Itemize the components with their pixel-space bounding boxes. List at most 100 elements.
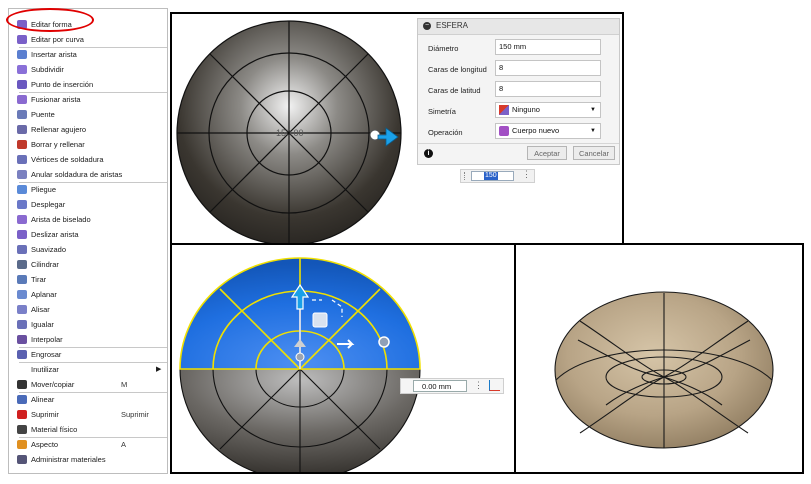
menu-item-19[interactable]: Alisar	[9, 302, 167, 317]
manage-materials-icon	[17, 455, 27, 464]
menu-item-label: Tirar	[31, 275, 47, 284]
menu-item-3[interactable]: Subdividir	[9, 62, 167, 77]
appearance-icon	[17, 440, 27, 449]
sphere-dimension-label: 150.00	[276, 128, 304, 138]
match-icon	[17, 320, 27, 329]
operation-select[interactable]: Cuerpo nuevo ▼	[495, 123, 601, 139]
uncrease-icon	[17, 200, 27, 209]
menu-item-16[interactable]: Cilindrar	[9, 257, 167, 272]
symmetry-select[interactable]: Ninguno ▼	[495, 102, 601, 118]
ok-button[interactable]: Aceptar	[527, 146, 567, 160]
menu-item-label: Pliegue	[31, 185, 57, 194]
menu-item-shortcut: M	[121, 380, 128, 389]
menu-item-28[interactable]: Aspecto A	[9, 437, 167, 452]
menu-item-label: Administrar materiales	[31, 455, 106, 464]
insert-edge-icon	[17, 50, 27, 59]
menu-item-9[interactable]: Vértices de soldadura	[9, 152, 167, 167]
menu-item-13[interactable]: Arista de biselado	[9, 212, 167, 227]
collapse-icon[interactable]: −	[423, 22, 431, 30]
menu-item-label: Inutilizar	[31, 365, 59, 374]
info-icon[interactable]: i	[424, 149, 433, 158]
flattened-sphere	[554, 291, 774, 449]
menu-item-4[interactable]: Punto de inserción	[9, 77, 167, 92]
menu-item-24[interactable]: Mover/copiar M	[9, 377, 167, 392]
longitude-faces-field[interactable]: 8	[495, 60, 601, 76]
menu-item-20[interactable]: Igualar	[9, 317, 167, 332]
menu-item-21[interactable]: Interpolar	[9, 332, 167, 347]
lower-hemisphere	[179, 368, 421, 472]
thicken-icon	[17, 350, 27, 359]
diameter-field[interactable]: 150 mm	[495, 39, 601, 55]
menu-item-label: Mover/copiar	[31, 380, 75, 389]
latitude-faces-field[interactable]: 8	[495, 81, 601, 97]
menu-item-6[interactable]: Puente	[9, 107, 167, 122]
field-label-longitude-faces: Caras de longitud	[428, 65, 487, 74]
menu-item-14[interactable]: Deslizar arista	[9, 227, 167, 242]
sphere-dialog: − ESFERA Diámetro 150 mm Caras de longit…	[417, 18, 620, 165]
menu-item-11[interactable]: Pliegue	[9, 182, 167, 197]
menu-item-25[interactable]: Alinear	[9, 392, 167, 407]
modify-dropdown-menu: Editar forma Editar por curva Insertar ari…	[8, 8, 168, 474]
menu-item-26[interactable]: Suprimir Suprimir	[9, 407, 167, 422]
sphere-creation-panel: 150.00 − ESFERA Diámetro 150 mm Caras de…	[170, 12, 624, 245]
menu-item-23[interactable]: Inutilizar ▶	[9, 362, 167, 377]
subdivide-icon	[17, 65, 27, 74]
insert-point-icon	[17, 80, 27, 89]
menu-item-8[interactable]: Borrar y rellenar	[9, 137, 167, 152]
drag-grip-icon	[464, 172, 466, 180]
fill-hole-icon	[17, 125, 27, 134]
menu-item-label: Material físico	[31, 425, 78, 434]
menu-item-label: Anular soldadura de aristas	[31, 170, 123, 179]
more-options-icon[interactable]: ⋮	[474, 380, 483, 391]
menu-item-27[interactable]: Material físico	[9, 422, 167, 437]
menu-item-label: Fusionar arista	[31, 95, 81, 104]
more-options-icon[interactable]: ⋮	[522, 169, 531, 180]
chevron-right-icon: ▶	[156, 366, 162, 373]
cylindrify-icon	[17, 260, 27, 269]
erase-fill-icon	[17, 140, 27, 149]
move-edges-panel: 0.00 mm ⋮	[170, 243, 516, 474]
distance-input-box: 0.00 mm ⋮	[400, 378, 504, 394]
flatten-icon	[17, 290, 27, 299]
menu-item-2[interactable]: Insertar arista	[9, 47, 167, 62]
menu-item-label: Alisar	[31, 305, 50, 314]
hemisphere-viewport[interactable]	[172, 245, 514, 472]
dialog-header: − ESFERA	[418, 19, 619, 35]
menu-item-label: Suprimir	[31, 410, 59, 419]
distance-input[interactable]: 0.00 mm	[413, 380, 467, 392]
menu-item-label: Arista de biselado	[31, 215, 91, 224]
slide-edge-icon	[17, 230, 27, 239]
weld-vertices-icon	[17, 155, 27, 164]
menu-item-label: Rellenar agujero	[31, 125, 87, 134]
menu-item-29[interactable]: Administrar materiales	[9, 452, 167, 467]
align-icon	[17, 395, 27, 404]
menu-item-5[interactable]: Fusionar arista	[9, 92, 167, 107]
field-label-diameter: Diámetro	[428, 44, 459, 53]
unweld-edges-icon	[17, 170, 27, 179]
menu-item-label: Deslizar arista	[31, 230, 79, 239]
menu-item-22[interactable]: Engrosar	[9, 347, 167, 362]
menu-item-label: Suavizado	[31, 245, 67, 254]
menu-item-15[interactable]: Suavizado	[9, 242, 167, 257]
menu-item-12[interactable]: Desplegar	[9, 197, 167, 212]
cancel-button[interactable]: Cancelar	[573, 146, 615, 160]
move-icon	[17, 380, 27, 389]
menu-item-10[interactable]: Anular soldadura de aristas	[9, 167, 167, 182]
smooth-icon	[17, 245, 27, 254]
menu-item-7[interactable]: Rellenar agujero	[9, 122, 167, 137]
menu-item-label: Engrosar	[31, 350, 62, 359]
menu-item-17[interactable]: Tirar	[9, 272, 167, 287]
diameter-inline-input[interactable]: 150	[471, 171, 514, 181]
menu-item-label: Interpolar	[31, 335, 63, 344]
menu-item-shortcut: A	[121, 440, 127, 449]
field-label-operation: Operación	[428, 128, 463, 137]
menu-item-1[interactable]: Editar por curva	[9, 32, 167, 47]
menu-item-label: Punto de inserción	[31, 80, 94, 89]
menu-item-18[interactable]: Aplanar	[9, 287, 167, 302]
result-viewport[interactable]	[516, 245, 802, 472]
triad-icon[interactable]	[489, 380, 500, 391]
menu-item-shortcut: Suprimir	[121, 410, 149, 419]
menu-item-label: Cilindrar	[31, 260, 59, 269]
menu-item-label: Igualar	[31, 320, 54, 329]
interpolate-icon	[17, 335, 27, 344]
